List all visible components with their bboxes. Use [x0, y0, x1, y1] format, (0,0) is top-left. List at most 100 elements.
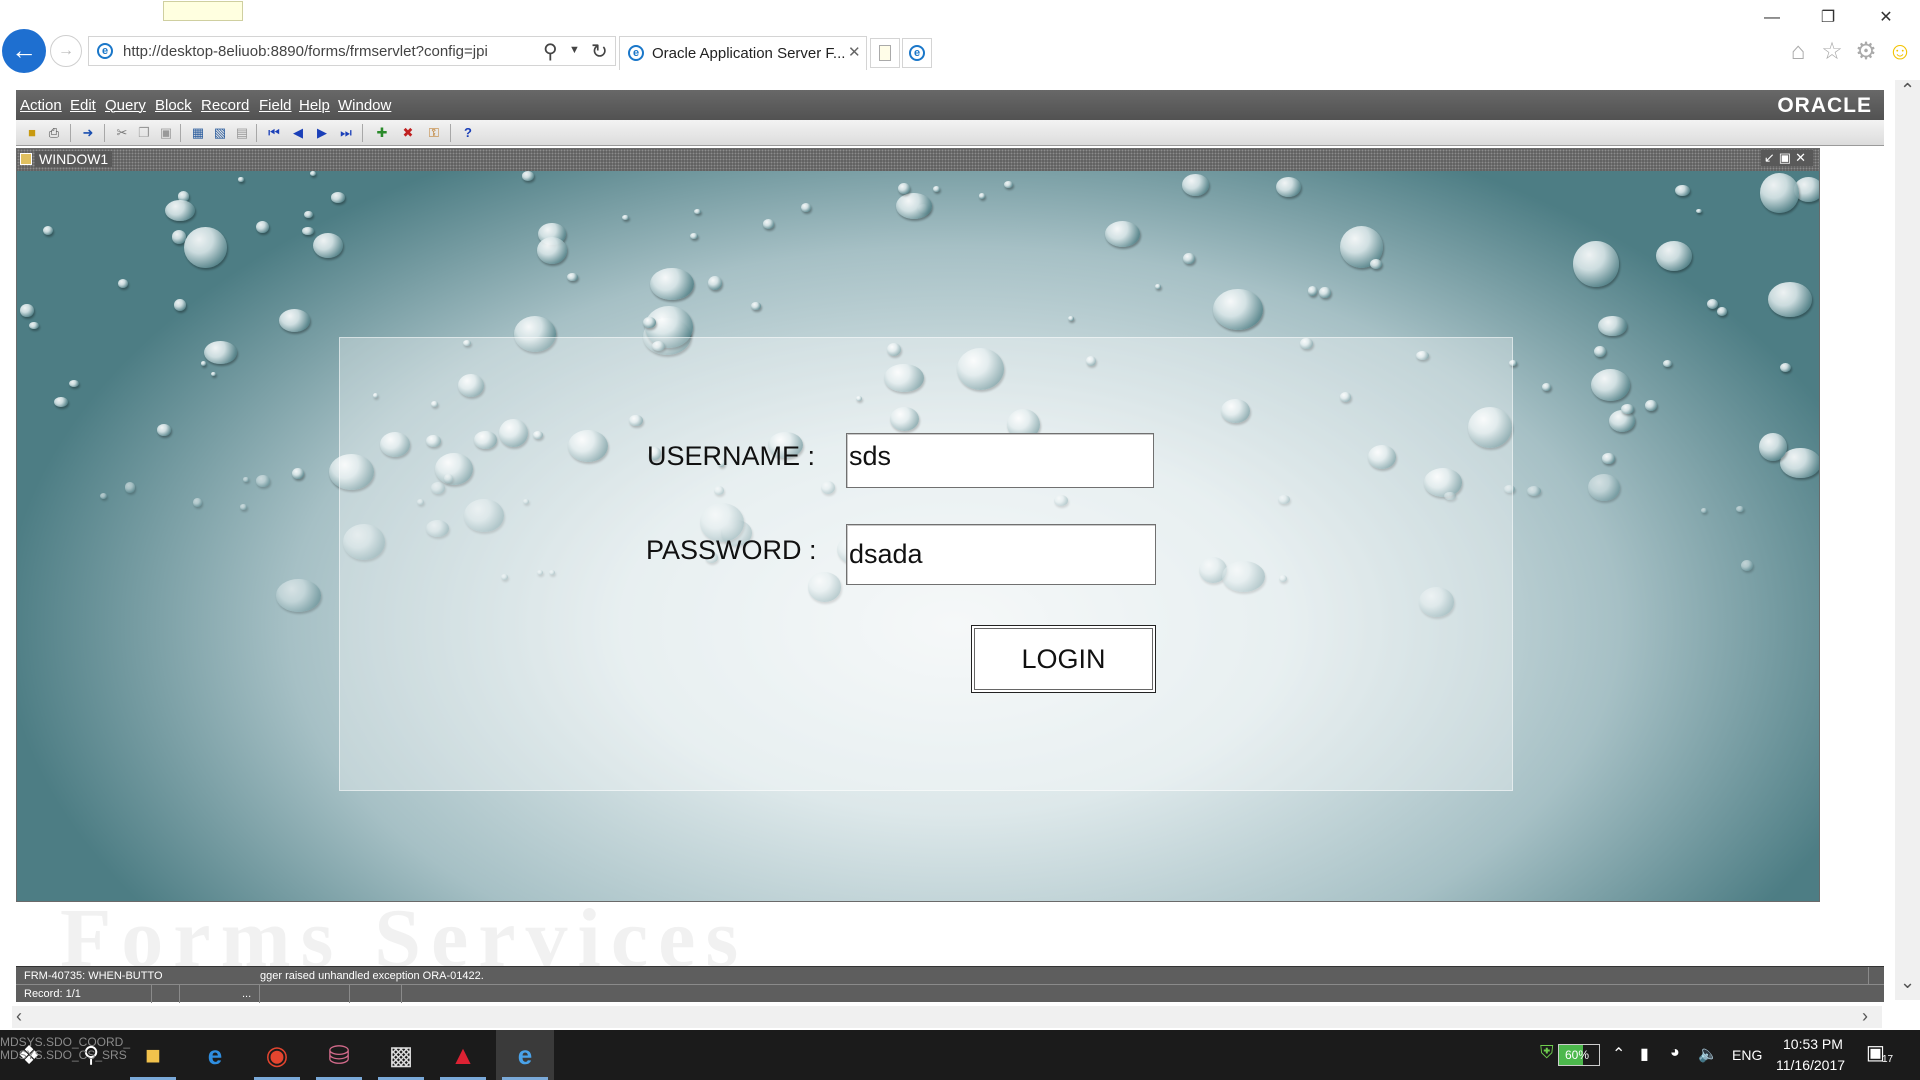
window-title: WINDOW1 [35, 151, 113, 167]
taskbar-chrome[interactable]: ◉ [248, 1030, 306, 1080]
first-record-icon[interactable]: ⏮ [264, 123, 284, 143]
new-tab-icon [879, 45, 891, 61]
home-icon[interactable]: ⌂ [1784, 38, 1812, 66]
close-window-button[interactable]: ✕ [1866, 6, 1906, 30]
ghost-text-line-2: MDSYS.SDO_CS_SRS [0, 1048, 127, 1062]
next-record-icon[interactable]: ▶ [312, 123, 332, 143]
water-drop [1004, 181, 1013, 188]
horizontal-scrollbar[interactable]: ‹ › [12, 1006, 1882, 1028]
favorites-star-icon[interactable]: ☆ [1818, 38, 1846, 66]
water-drop [68, 379, 80, 388]
water-drop [1598, 315, 1627, 337]
clock-date[interactable]: 11/16/2017 [1776, 1057, 1845, 1073]
insert-record-icon[interactable]: ✚ [372, 123, 392, 143]
taskbar-database-app[interactable]: ⛁ [310, 1030, 368, 1080]
water-drop [751, 302, 761, 311]
menu-query[interactable]: Query [105, 97, 146, 114]
address-text[interactable]: http://desktop-8eliuob:8890/forms/frmser… [123, 43, 488, 60]
minimize-button[interactable]: — [1752, 6, 1792, 30]
security-shield-icon[interactable]: ⛨ [1540, 1042, 1554, 1063]
status-divider [349, 985, 350, 1003]
query-icon[interactable]: ▦ [188, 123, 208, 143]
menu-field[interactable]: Field [259, 97, 292, 114]
window-minimize-icon[interactable]: ↙ [1764, 150, 1779, 165]
window-titlebar[interactable]: WINDOW1 ↙▣✕ [17, 149, 1819, 171]
last-record-icon[interactable]: ⏭ [336, 123, 356, 143]
scroll-right-icon[interactable]: › [1862, 1006, 1868, 1027]
water-drop [291, 467, 304, 480]
password-field[interactable]: dsada [846, 524, 1156, 585]
battery-meter[interactable]: 60% [1558, 1044, 1600, 1066]
water-drop [622, 215, 629, 220]
print-icon[interactable]: ⎙ [44, 123, 64, 143]
window-close-icon[interactable]: ✕ [1795, 150, 1810, 165]
address-bar[interactable]: e http://desktop-8eliuob:8890/forms/frms… [88, 36, 616, 66]
paste-icon[interactable]: ▣ [156, 123, 176, 143]
language-indicator[interactable]: ENG [1732, 1047, 1762, 1063]
username-field[interactable]: sds [846, 433, 1154, 488]
taskbar-edge[interactable]: e [186, 1030, 244, 1080]
scroll-up-icon[interactable]: ⌃ [1900, 80, 1915, 101]
tab-title: Oracle Application Server F... [652, 45, 846, 62]
scroll-left-icon[interactable]: ‹ [16, 1006, 22, 1027]
water-drop [896, 192, 933, 219]
menu-window[interactable]: Window [338, 97, 391, 114]
menu-action[interactable]: Action [20, 97, 62, 114]
cut-icon[interactable]: ✂ [112, 123, 132, 143]
taskbar-terminal[interactable]: ▩ [372, 1030, 430, 1080]
cancel-query-icon[interactable]: ▤ [232, 123, 252, 143]
water-drop [330, 192, 346, 203]
previous-record-icon[interactable]: ◀ [288, 123, 308, 143]
help-icon[interactable]: ? [458, 123, 478, 143]
action-center-button[interactable]: ▣ 17 [1866, 1040, 1894, 1068]
lock-record-icon[interactable]: ⚿ [424, 123, 444, 143]
browser-tab[interactable]: e Oracle Application Server F... ✕ [619, 36, 867, 70]
wifi-icon[interactable]: ◕ [1670, 1044, 1680, 1062]
forward-button[interactable]: → [50, 35, 82, 67]
save-icon[interactable]: ■ [22, 123, 42, 143]
exit-icon[interactable]: ➜ [78, 123, 98, 143]
battery-icon[interactable]: ▮ [1640, 1044, 1649, 1064]
water-drop [1780, 362, 1792, 372]
tab-close-icon[interactable]: ✕ [848, 43, 861, 61]
clock-time[interactable]: 10:53 PM [1783, 1036, 1843, 1052]
menu-help[interactable]: Help [299, 97, 330, 114]
water-drop [243, 476, 249, 482]
refresh-icon[interactable]: ↻ [591, 39, 608, 64]
taskbar-forms-builder[interactable]: ▲ [434, 1030, 492, 1080]
window-controls[interactable]: ↙▣✕ [1760, 150, 1813, 166]
edge-open-button[interactable]: e [902, 38, 932, 68]
menu-edit[interactable]: Edit [70, 97, 96, 114]
water-drop [1593, 345, 1606, 357]
back-button[interactable]: ← [2, 29, 46, 73]
smiley-feedback-icon[interactable]: ☺ [1886, 38, 1914, 66]
water-drop [203, 341, 237, 365]
status-message-bar: FRM-40735: WHEN-BUTTO gger raised unhand… [16, 966, 1884, 985]
window-maximize-icon[interactable]: ▣ [1779, 150, 1795, 165]
water-drop [1717, 307, 1728, 316]
gear-icon[interactable]: ⚙ [1852, 38, 1880, 66]
new-tab-button[interactable] [870, 38, 900, 68]
status-divider [259, 985, 260, 1003]
show-hidden-icons-chevron-icon[interactable]: ⌃ [1612, 1044, 1625, 1064]
execute-query-icon[interactable]: ▧ [210, 123, 230, 143]
database-icon: ⛁ [328, 1040, 350, 1070]
edge-icon: e [207, 1040, 223, 1070]
dropdown-icon[interactable]: ▼ [569, 44, 580, 56]
water-drop [536, 236, 567, 264]
restore-button[interactable]: ❐ [1808, 6, 1848, 30]
copy-icon[interactable]: ❐ [134, 123, 154, 143]
forms-builder-icon: ▲ [450, 1040, 476, 1070]
internet-explorer-icon: e [517, 1040, 533, 1070]
scroll-down-icon[interactable]: ⌄ [1900, 972, 1915, 993]
vertical-scrollbar[interactable]: ⌃ ⌄ [1895, 80, 1920, 1000]
search-icon[interactable]: ⚲ [543, 39, 558, 64]
password-label: PASSWORD : [646, 535, 817, 565]
menu-record[interactable]: Record [201, 97, 249, 114]
login-button[interactable]: LOGIN [971, 625, 1156, 693]
delete-record-icon[interactable]: ✖ [398, 123, 418, 143]
taskbar-internet-explorer[interactable]: e [496, 1030, 554, 1080]
menu-block[interactable]: Block [155, 97, 192, 114]
volume-icon[interactable]: 🔈 [1698, 1044, 1718, 1064]
taskbar-file-explorer[interactable]: ■ [124, 1030, 182, 1080]
